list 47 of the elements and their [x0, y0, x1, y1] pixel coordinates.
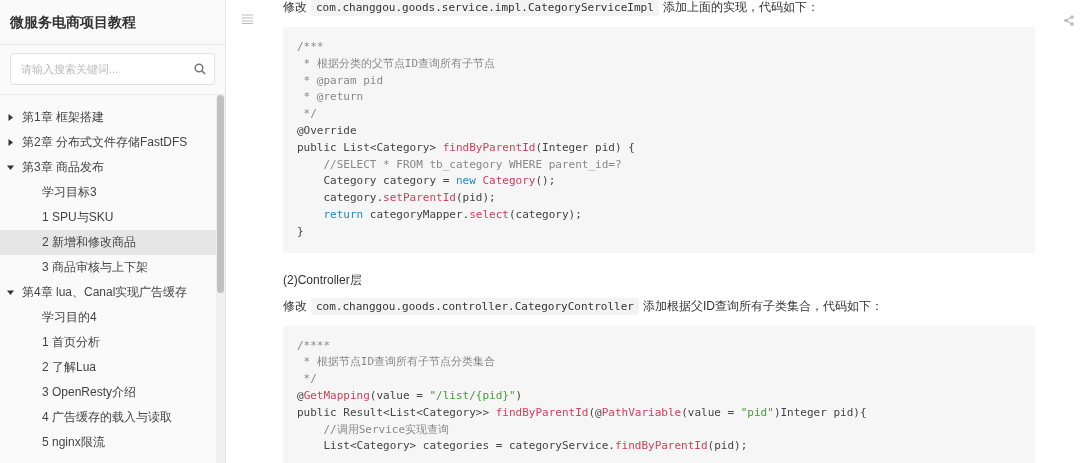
caret-icon[interactable] [7, 139, 14, 146]
tree-item[interactable]: 学习目的4 [0, 305, 216, 330]
inline-code: com.changgou.goods.controller.CategoryController [311, 297, 639, 315]
code-line: //调用Service实现查询 [322, 421, 451, 438]
tree-item[interactable]: 4 广告缓存的载入与读取 [0, 405, 216, 430]
code-line: /**** [297, 337, 332, 354]
inline-code: com.changgou.goods.service.impl.CategoryServiceImpl [311, 0, 659, 16]
sidebar-title: 微服务电商项目教程 [0, 0, 225, 45]
code-line: */ [302, 371, 318, 388]
code-line: */ [302, 106, 318, 123]
code-line: /*** [297, 39, 325, 55]
paragraph-text: 修改 [283, 0, 307, 14]
search-icon[interactable] [194, 63, 206, 75]
tree-item[interactable]: 第3章 商品发布 [22, 155, 104, 180]
paragraph-text: 修改 [283, 298, 307, 313]
code-line: } [297, 223, 305, 240]
code-line: @GetMapping(value = "/list/{pid}") [297, 387, 524, 404]
code-line: @Override [297, 123, 358, 139]
code-line: * @param pid [302, 72, 385, 89]
code-line: public Result<List<Category>> findByParentId(@PathVariable(value = "pid")Integer pid){ [297, 404, 868, 421]
code-line: public List<Category> findByParentId(Integer pid) { [297, 139, 636, 156]
caret-icon[interactable] [7, 164, 14, 171]
code-line: * 根据分类的父节点ID查询所有子节点 [302, 55, 497, 72]
tree-item[interactable]: 1 首页分析 [0, 330, 216, 355]
tree-item[interactable]: 第2章 分布式文件存储FastDFS [22, 130, 188, 155]
code-line: * @return [302, 89, 365, 106]
tree-item[interactable]: 学习目标3 [0, 180, 216, 205]
code-line: Category category = new Category(); [322, 173, 557, 190]
tree-item[interactable]: 2 了解Lua [0, 355, 216, 380]
code-line: * 根据节点ID查询所有子节点分类集合 [302, 354, 497, 371]
tree-item[interactable]: 5 nginx限流 [0, 430, 216, 455]
search-field[interactable]: 请输入搜索关键词... [10, 53, 215, 85]
code-line: List<Category> categories = categoryService.findByParentId(pid); [322, 438, 749, 455]
paragraph-text: 添加上面的实现，代码如下： [662, 0, 819, 14]
tree-item[interactable]: 2 新增和修改商品 [0, 230, 216, 255]
code-line: category.setParentId(pid); [322, 190, 497, 207]
tree-item[interactable]: 第1章 框架搭建 [22, 105, 104, 130]
paragraph-text: 添加根据父ID查询所有子类集合，代码如下： [642, 298, 883, 313]
tree-item[interactable]: 第4章 lua、Canal实现广告缓存 [22, 280, 188, 305]
section-heading: (2)Controller层 [283, 271, 363, 289]
code-line: //SELECT * FROM tb_category WHERE parent_id=? [322, 156, 623, 173]
caret-icon[interactable] [7, 289, 14, 296]
tree-item[interactable]: 3 OpenResty介绍 [0, 380, 216, 405]
code-line: return categoryMapper.select(category); [322, 206, 583, 223]
caret-icon[interactable] [7, 114, 14, 121]
tree-item[interactable]: 3 商品审核与上下架 [0, 255, 216, 280]
tree-item[interactable]: 1 SPU与SKU [0, 205, 216, 230]
